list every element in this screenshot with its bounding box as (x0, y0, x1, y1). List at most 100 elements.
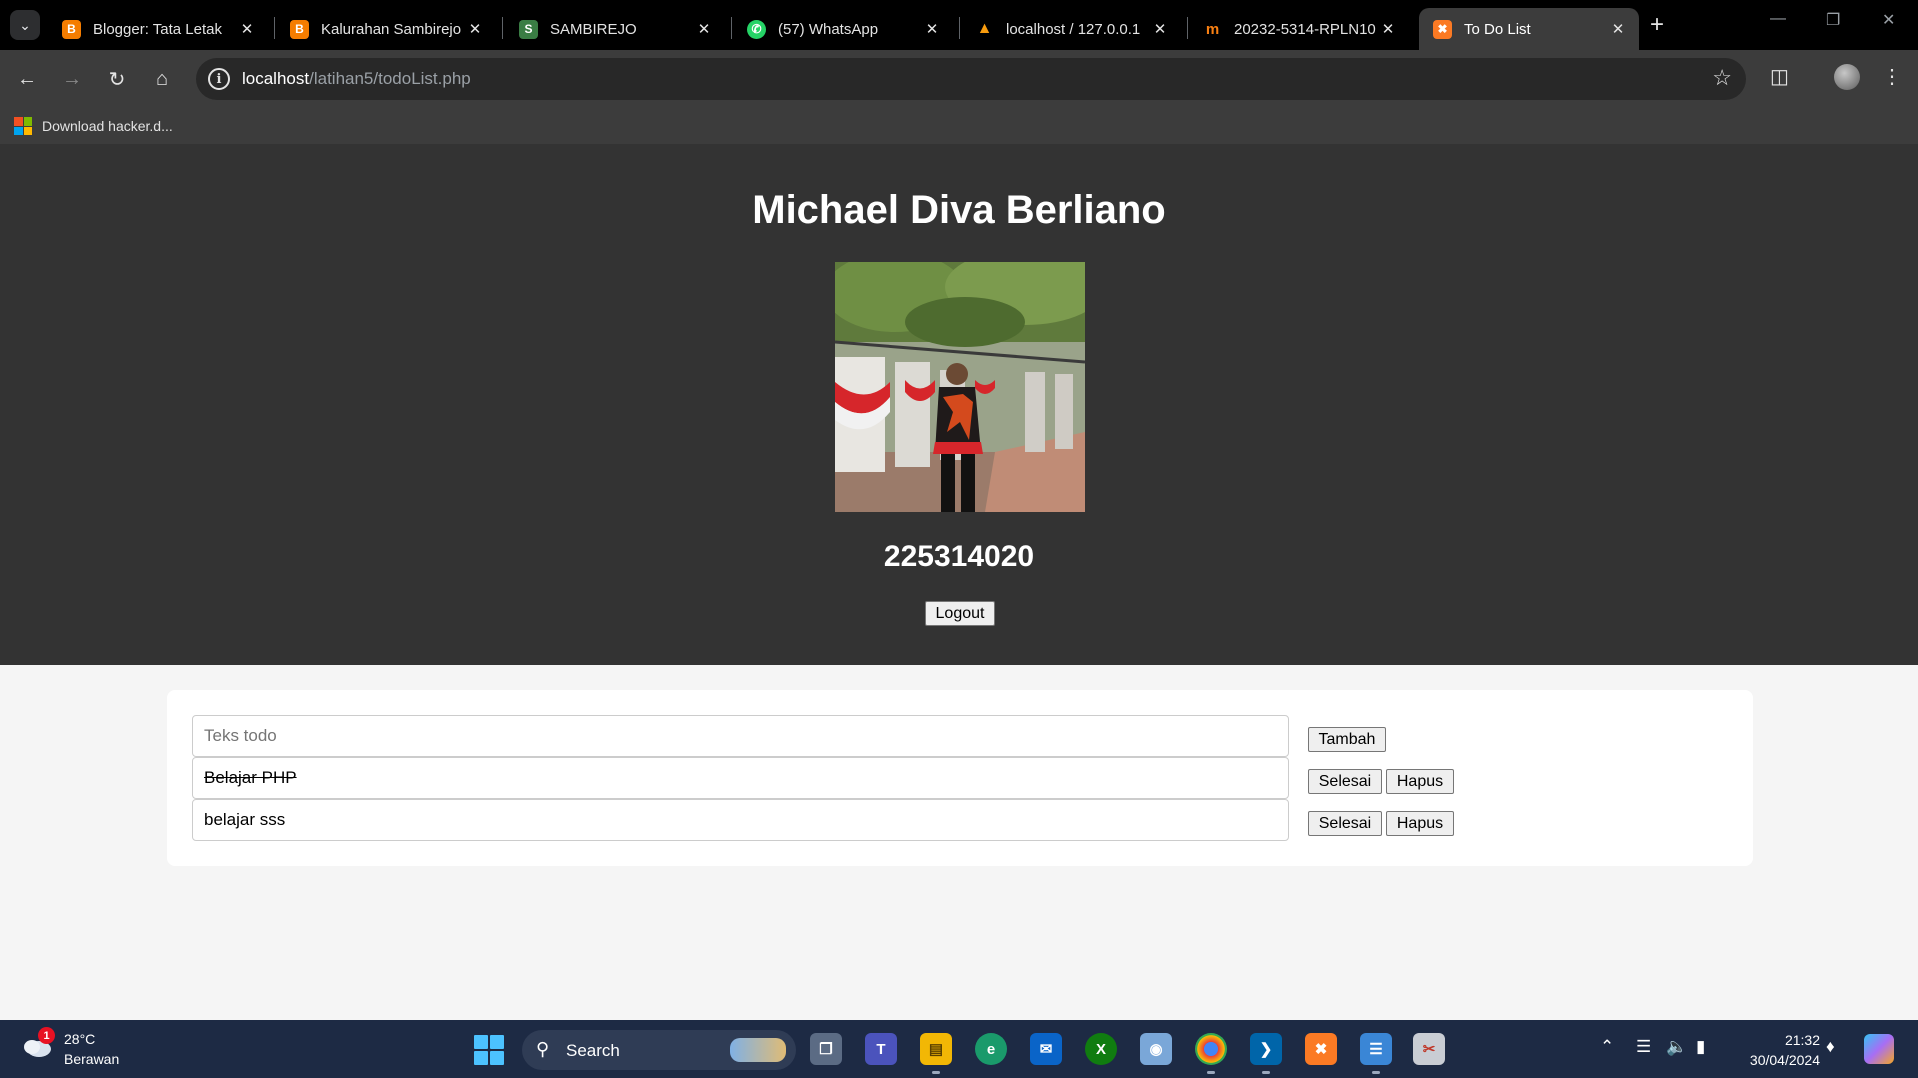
notepad-icon[interactable]: ☰ (1360, 1033, 1392, 1065)
forward-icon[interactable]: → (57, 64, 87, 94)
taskbar-search[interactable]: ⚲ Search (522, 1030, 796, 1070)
delete-todo-button[interactable]: Hapus (1386, 811, 1454, 836)
mail-icon[interactable]: ✉ (1030, 1033, 1062, 1065)
windows-taskbar: 1 28°C Berawan ⚲ Search ❐ T ▤ e ✉ X ◉ ❯ … (0, 1020, 1918, 1078)
url-host: localhost (242, 69, 310, 88)
clock-date[interactable]: 30/04/2024 (1736, 1052, 1820, 1068)
close-icon[interactable]: ✕ (466, 20, 484, 38)
weather-temperature: 28°C (64, 1031, 96, 1047)
profile-photo (835, 262, 1085, 512)
running-indicator (1207, 1071, 1215, 1074)
tab-separator (274, 17, 275, 39)
close-icon[interactable]: ✕ (1151, 20, 1169, 38)
battery-icon[interactable]: ▮ (1696, 1037, 1705, 1057)
tab-search-button[interactable]: ⌄ (10, 10, 40, 40)
whatsapp-icon: ✆ (747, 19, 766, 39)
tab-separator (1187, 17, 1188, 39)
moodle-icon: m (1205, 20, 1220, 38)
browser-tab-strip: ⌄ B Blogger: Tata Letak ✕ B Kalurahan Sa… (0, 0, 1918, 50)
address-url[interactable]: localhost/latihan5/todoList.php (242, 69, 471, 89)
tab-title: localhost / 127.0.0.1 (1006, 20, 1141, 38)
tab-title: Blogger: Tata Letak (93, 20, 222, 38)
minimize-icon[interactable]: — (1770, 10, 1786, 28)
xbox-icon[interactable]: X (1085, 1033, 1117, 1065)
clock-time[interactable]: 21:32 (1770, 1032, 1820, 1048)
xampp-icon: ✖ (1433, 19, 1452, 39)
running-indicator (1372, 1071, 1380, 1074)
search-highlight-icon (730, 1038, 786, 1062)
tab-to-do-list[interactable]: ✖ To Do List ✕ (1419, 8, 1639, 50)
back-icon[interactable]: ← (12, 64, 42, 94)
todo-item-input[interactable] (192, 757, 1289, 799)
url-path: /latihan5/todoList.php (309, 69, 471, 88)
notification-bell-icon[interactable]: ♦ (1826, 1037, 1835, 1057)
bookmark-item[interactable]: Download hacker.d... (14, 117, 173, 135)
close-icon[interactable]: ✕ (923, 20, 941, 38)
bookmark-label: Download hacker.d... (42, 118, 173, 134)
chevron-up-icon[interactable]: ⌃ (1600, 1037, 1614, 1057)
search-label: Search (566, 1041, 620, 1060)
profile-photo-image (835, 262, 1085, 512)
close-icon[interactable]: ✕ (238, 20, 256, 38)
notification-badge: 1 (38, 1027, 55, 1044)
complete-todo-button[interactable]: Selesai (1308, 811, 1382, 836)
profile-header: Michael Diva Berliano 225314020 Logout (0, 144, 1918, 665)
weather-description: Berawan (64, 1051, 120, 1067)
todo-item-input[interactable] (192, 799, 1289, 841)
site-info-icon[interactable]: i (208, 68, 230, 90)
complete-todo-button[interactable]: Selesai (1308, 769, 1382, 794)
menu-kebab-icon[interactable]: ⋮ (1882, 64, 1902, 89)
tab-title: Kalurahan Sambirejo (321, 20, 462, 38)
extensions-icon[interactable]: ◫ (1770, 64, 1789, 89)
xampp-icon[interactable]: ✖ (1305, 1033, 1337, 1065)
tab-title: SAMBIREJO (550, 20, 637, 38)
home-icon[interactable]: ⌂ (147, 64, 177, 94)
tab-phpmyadmin[interactable]: ▲ localhost / 127.0.0.1 ✕ (961, 8, 1181, 50)
file-explorer-icon[interactable]: ▤ (920, 1033, 952, 1065)
add-todo-button[interactable]: Tambah (1308, 727, 1386, 752)
chevron-down-icon: ⌄ (19, 16, 31, 33)
profile-avatar[interactable] (1834, 64, 1860, 90)
page-title: Michael Diva Berliano (752, 188, 1166, 232)
close-icon[interactable]: ✕ (1609, 20, 1627, 38)
window-close-icon[interactable]: ✕ (1882, 10, 1895, 30)
tab-sambirejo[interactable]: S SAMBIREJO ✕ (505, 8, 725, 50)
tab-blogger-tata-letak[interactable]: B Blogger: Tata Letak ✕ (48, 8, 268, 50)
restore-icon[interactable]: ❐ (1826, 10, 1840, 30)
tab-title: (57) WhatsApp (778, 20, 879, 38)
bookmarks-bar: Download hacker.d... (0, 108, 1918, 144)
close-icon[interactable]: ✕ (695, 20, 713, 38)
snipping-tool-icon[interactable]: ✂ (1413, 1033, 1445, 1065)
volume-icon[interactable]: 🔈 (1666, 1037, 1687, 1057)
tab-moodle[interactable]: m 20232-5314-RPLN10 ✕ (1189, 8, 1409, 50)
wifi-icon[interactable]: ☰ (1636, 1037, 1651, 1057)
todo-list-card: Tambah Selesai Hapus Selesai Hapus (167, 690, 1753, 866)
close-icon[interactable]: ✕ (1379, 20, 1397, 38)
bookmark-star-icon[interactable]: ☆ (1712, 65, 1732, 91)
new-tab-button[interactable]: + (1650, 12, 1664, 38)
logout-button[interactable]: Logout (925, 601, 995, 626)
phpmyadmin-icon: ▲ (976, 20, 993, 37)
search-icon: ⚲ (536, 1039, 550, 1059)
copilot-icon[interactable] (1864, 1034, 1894, 1064)
task-view-icon[interactable]: ❐ (810, 1033, 842, 1065)
tab-separator (959, 17, 960, 39)
edge-icon[interactable]: e (975, 1033, 1007, 1065)
blogger-icon: B (290, 19, 309, 39)
vscode-icon[interactable]: ❯ (1250, 1033, 1282, 1065)
running-indicator (1262, 1071, 1270, 1074)
delete-todo-button[interactable]: Hapus (1386, 769, 1454, 794)
address-bar[interactable]: i localhost/latihan5/todoList.php ☆ (196, 58, 1746, 100)
windows-start-icon[interactable] (474, 1035, 504, 1065)
teams-icon[interactable]: T (865, 1033, 897, 1065)
site-icon: S (519, 19, 538, 39)
running-indicator (932, 1071, 940, 1074)
new-todo-input[interactable] (192, 715, 1289, 757)
tab-whatsapp[interactable]: ✆ (57) WhatsApp ✕ (733, 8, 953, 50)
chrome-icon[interactable] (1195, 1033, 1227, 1065)
photos-icon[interactable]: ◉ (1140, 1033, 1172, 1065)
tab-kalurahan-sambirejo[interactable]: B Kalurahan Sambirejo ✕ (276, 8, 496, 50)
blogger-icon: B (62, 19, 81, 39)
tab-title: 20232-5314-RPLN10 (1234, 20, 1376, 38)
reload-icon[interactable]: ↻ (102, 64, 132, 94)
